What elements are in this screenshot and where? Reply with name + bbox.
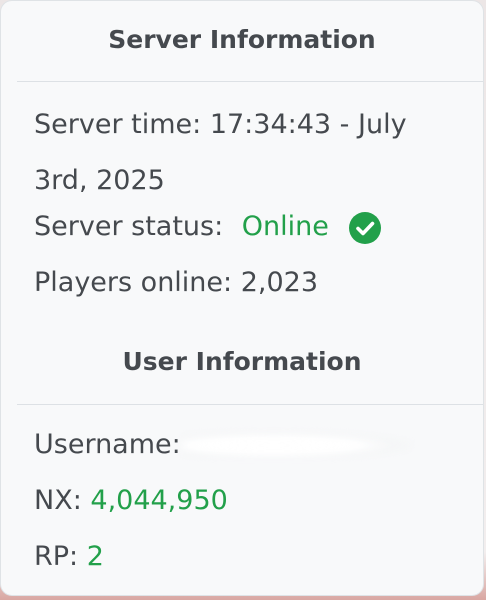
nx-row: NX: 4,044,950 (34, 473, 465, 528)
server-info-divider (17, 81, 483, 82)
players-online-label: Players online: (34, 267, 233, 298)
server-status-value: Online (241, 211, 329, 242)
server-status-row: Server status: Online (34, 199, 465, 254)
server-time-row: Server time: 17:34:43 - July 3rd, 2025 (34, 97, 465, 209)
server-user-info-panel: Server Information Server time: 17:34:43… (0, 0, 484, 596)
username-label: Username: (34, 429, 181, 460)
rp-value: 2 (86, 541, 104, 572)
rp-row: RP: 2 (34, 529, 465, 584)
username-row: Username: (34, 417, 465, 472)
user-info-title: User Information (122, 347, 362, 376)
rp-label: RP: (34, 541, 79, 572)
players-online-row: Players online: 2,023 (34, 255, 465, 310)
server-time-label: Server time: (34, 109, 202, 140)
username-redaction (182, 431, 412, 457)
server-info-title: Server Information (108, 25, 376, 54)
server-status-label: Server status: (34, 211, 224, 242)
check-circle-icon (349, 208, 382, 244)
nx-label: NX: (34, 485, 82, 516)
nx-value: 4,044,950 (90, 485, 228, 516)
user-info-divider (17, 404, 483, 405)
players-online-value: 2,023 (240, 267, 319, 298)
